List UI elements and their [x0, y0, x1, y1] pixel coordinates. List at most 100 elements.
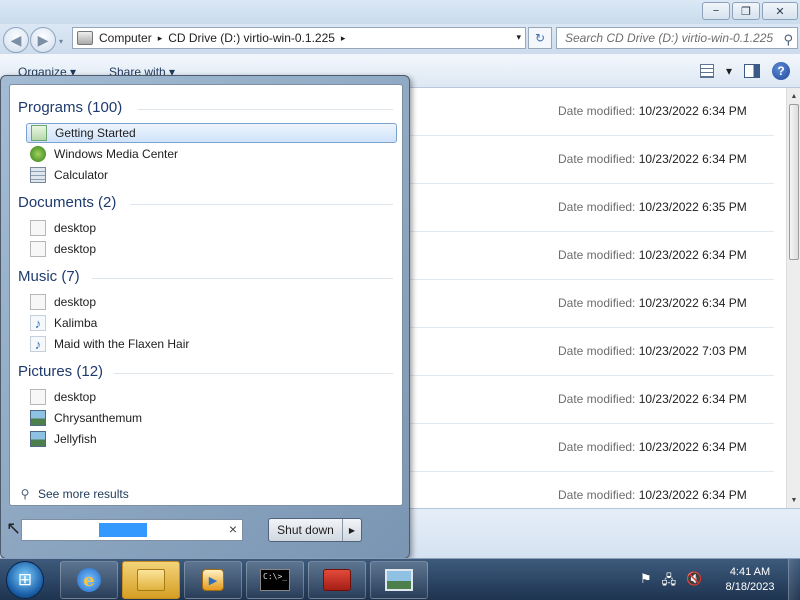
- shut-down-button[interactable]: Shut down ▶: [268, 518, 362, 542]
- file-row[interactable]: Date modified: 10/23/2022 6:34 PM: [410, 88, 774, 136]
- breadcrumb-cd-drive[interactable]: CD Drive (D:) virtio-win-0.1.225: [168, 31, 335, 45]
- date-modified: Date modified: 10/23/2022 6:34 PM: [558, 440, 747, 454]
- picture-viewer-icon: [385, 569, 413, 591]
- taskbar-media-player[interactable]: ▶: [184, 561, 242, 599]
- breadcrumb-chevron-icon[interactable]: ▸: [341, 33, 346, 44]
- see-more-label: See more results: [38, 487, 129, 501]
- date-modified: Date modified: 10/23/2022 6:34 PM: [558, 392, 747, 406]
- breadcrumb-computer[interactable]: Computer: [99, 31, 152, 45]
- taskbar-picture-viewer[interactable]: [370, 561, 428, 599]
- taskbar-toolbox[interactable]: [308, 561, 366, 599]
- recent-pages-dropdown[interactable]: ▾: [59, 37, 63, 46]
- date-modified: Date modified: 10/23/2022 6:34 PM: [558, 152, 747, 166]
- folder-icon: [137, 569, 165, 591]
- scroll-down-icon[interactable]: ▼: [788, 493, 800, 507]
- document-icon: [30, 389, 46, 405]
- internet-explorer-icon: e: [77, 568, 101, 592]
- media-center-icon: [30, 146, 46, 162]
- views-icon[interactable]: [699, 64, 714, 78]
- file-row[interactable]: Date modified: 10/23/2022 6:34 PM: [410, 136, 774, 184]
- search-input[interactable]: Search CD Drive (D:) virtio-win-0.1.225 …: [556, 27, 798, 49]
- result-jellyfish[interactable]: Jellyfish: [26, 429, 397, 449]
- address-dropdown-icon[interactable]: ▾: [516, 32, 521, 43]
- minimize-button[interactable]: −: [702, 2, 730, 20]
- see-more-results-link[interactable]: ⚲ See more results: [18, 487, 129, 501]
- file-row[interactable]: Date modified: 10/23/2022 6:34 PM: [410, 280, 774, 328]
- view-controls: ▾ ?: [699, 62, 790, 80]
- date-modified: Date modified: 10/23/2022 6:34 PM: [558, 488, 747, 502]
- system-clock[interactable]: 4:41 AM 8/18/2023: [720, 565, 780, 595]
- scroll-up-icon[interactable]: ▲: [788, 89, 800, 103]
- programs-header[interactable]: Programs (100): [18, 99, 122, 116]
- result-windows-media-center[interactable]: Windows Media Center: [26, 144, 397, 164]
- action-center-flag-icon[interactable]: ⚑: [640, 571, 652, 593]
- mouse-cursor-icon: ↖: [6, 518, 22, 538]
- start-search-input[interactable]: ×: [21, 519, 243, 541]
- result-kalimba[interactable]: ♪ Kalimba: [26, 313, 397, 333]
- file-row[interactable]: Date modified: 10/23/2022 7:03 PM: [410, 328, 774, 376]
- document-icon: [30, 220, 46, 236]
- shut-down-options-arrow-icon[interactable]: ▶: [343, 526, 361, 535]
- clock-date: 8/18/2023: [725, 581, 775, 593]
- result-getting-started[interactable]: Getting Started: [26, 123, 397, 143]
- result-calculator[interactable]: Calculator: [26, 165, 397, 185]
- file-row[interactable]: Date modified: 10/23/2022 6:35 PM: [410, 184, 774, 232]
- show-desktop-button[interactable]: [788, 559, 800, 600]
- notification-area: ⚑ 🖧 🔇: [640, 571, 702, 593]
- help-icon[interactable]: ?: [772, 62, 790, 80]
- search-results-panel: Programs (100) Getting Started Windows M…: [9, 84, 403, 506]
- address-bar[interactable]: Computer ▸ CD Drive (D:) virtio-win-0.1.…: [72, 27, 526, 49]
- result-desktop[interactable]: desktop: [26, 292, 397, 312]
- result-chrysanthemum[interactable]: Chrysanthemum: [26, 408, 397, 428]
- start-menu: Programs (100) Getting Started Windows M…: [0, 75, 410, 559]
- result-desktop[interactable]: desktop: [26, 218, 397, 238]
- result-maid-with-the-flaxen-hair[interactable]: ♪ Maid with the Flaxen Hair: [26, 334, 397, 354]
- file-row[interactable]: Date modified: 10/23/2022 6:34 PM: [410, 472, 774, 508]
- music-note-icon: ♪: [30, 336, 46, 352]
- clear-search-icon[interactable]: ×: [229, 521, 237, 537]
- divider: [114, 373, 393, 374]
- network-icon[interactable]: 🖧: [662, 571, 677, 593]
- picture-icon: [30, 410, 46, 426]
- windows-logo-icon: ⊞: [17, 570, 33, 589]
- divider: [130, 204, 393, 205]
- restore-button[interactable]: ❐: [732, 2, 760, 20]
- breadcrumb-chevron-icon[interactable]: ▸: [158, 33, 163, 44]
- document-icon: [30, 294, 46, 310]
- forward-button[interactable]: ▶: [30, 27, 56, 53]
- file-row[interactable]: Date modified: 10/23/2022 6:34 PM: [410, 376, 774, 424]
- command-prompt-icon: C:\>_: [260, 569, 290, 591]
- search-icon[interactable]: ⚲: [783, 30, 793, 48]
- file-row[interactable]: Date modified: 10/23/2022 6:34 PM: [410, 232, 774, 280]
- media-player-icon: ▶: [202, 569, 224, 591]
- refresh-button[interactable]: ↻: [528, 27, 552, 49]
- shut-down-label[interactable]: Shut down: [269, 519, 343, 541]
- documents-header[interactable]: Documents (2): [18, 194, 116, 211]
- vertical-scrollbar[interactable]: ▲ ▼: [786, 88, 800, 508]
- clock-time: 4:41 AM: [729, 566, 771, 578]
- taskbar-internet-explorer[interactable]: e: [60, 561, 118, 599]
- pictures-header[interactable]: Pictures (12): [18, 363, 103, 380]
- preview-pane-icon[interactable]: [744, 64, 760, 78]
- date-modified: Date modified: 10/23/2022 6:34 PM: [558, 296, 747, 310]
- result-desktop[interactable]: desktop: [26, 239, 397, 259]
- taskbar-windows-explorer[interactable]: [122, 561, 180, 599]
- back-button[interactable]: ◀: [3, 27, 29, 53]
- volume-muted-icon[interactable]: 🔇: [686, 571, 702, 593]
- music-note-icon: ♪: [30, 315, 46, 331]
- getting-started-icon: [31, 125, 47, 141]
- views-dropdown-icon[interactable]: ▾: [726, 64, 732, 78]
- picture-icon: [30, 431, 46, 447]
- taskbar-command-prompt[interactable]: C:\>_: [246, 561, 304, 599]
- music-header[interactable]: Music (7): [18, 268, 80, 285]
- divider: [92, 278, 393, 279]
- date-modified: Date modified: 10/23/2022 6:34 PM: [558, 248, 747, 262]
- file-row[interactable]: Date modified: 10/23/2022 6:34 PM: [410, 424, 774, 472]
- result-desktop[interactable]: desktop: [26, 387, 397, 407]
- start-button[interactable]: ⊞: [6, 561, 44, 599]
- drive-icon: [77, 31, 93, 45]
- scroll-thumb[interactable]: [789, 104, 799, 260]
- calculator-icon: [30, 167, 46, 183]
- close-button[interactable]: ✕: [762, 2, 798, 20]
- window-controls: − ❐ ✕: [702, 2, 798, 20]
